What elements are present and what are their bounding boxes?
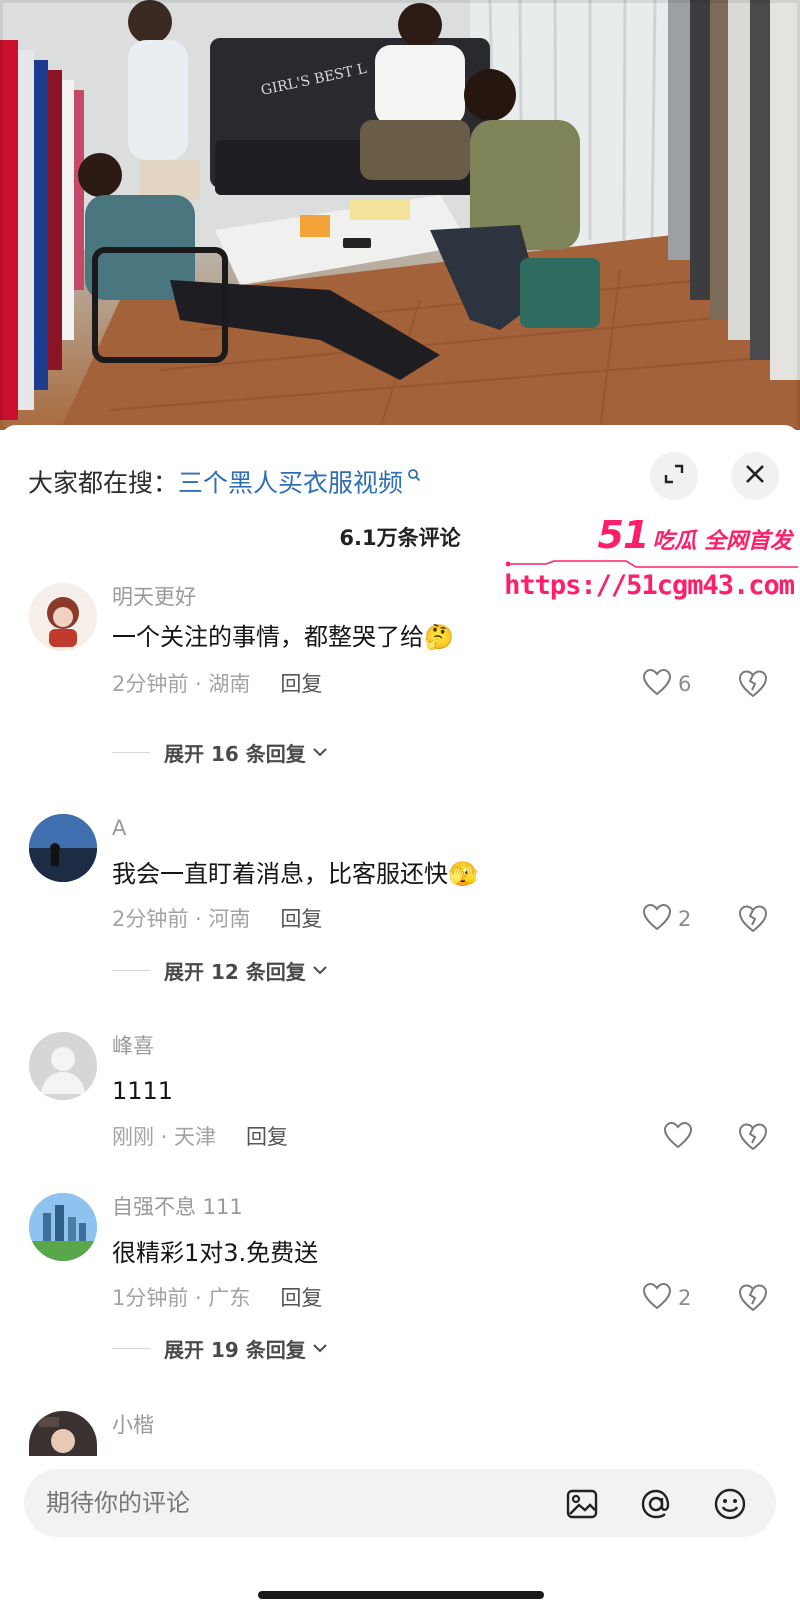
avatar[interactable] [29, 583, 97, 651]
comment-meta: 1分钟前 · 广东 回复 [112, 1284, 322, 1312]
heart-icon [642, 903, 672, 935]
like-count: 2 [678, 907, 692, 931]
chevron-down-icon [312, 1339, 328, 1358]
dislike-button[interactable] [737, 1282, 769, 1314]
like-button[interactable] [663, 1121, 699, 1153]
chevron-down-icon [312, 743, 328, 762]
avatar[interactable] [29, 814, 97, 882]
expand-replies[interactable]: 展开 19 条回复 [112, 1333, 328, 1363]
at-icon[interactable] [638, 1486, 674, 1522]
comment-author[interactable]: 峰喜 [112, 1032, 154, 1060]
comments-screen: GIRL'S BEST L 大家都在搜：三个黑人买衣服视频 6.1万条评论 51… [0, 0, 800, 1611]
comment-meta: 2分钟前 · 河南 回复 [112, 905, 322, 933]
video-player[interactable]: GIRL'S BEST L [0, 0, 800, 430]
watermark: 51 吃瓜 全网首发 https://51cgm43.com [504, 513, 798, 605]
divider [112, 969, 150, 971]
dislike-heart-icon [737, 1123, 769, 1155]
search-icon [403, 469, 421, 486]
reply-button[interactable]: 回复 [246, 1125, 288, 1149]
comment-time-location: 刚刚 · 天津 [112, 1125, 217, 1149]
comment-meta: 2分钟前 · 湖南 回复 [112, 670, 322, 698]
home-indicator[interactable] [258, 1591, 544, 1599]
avatar-image [29, 814, 97, 882]
comment-text: 一个关注的事情，都整哭了给🤔 [112, 623, 454, 651]
default-avatar-icon [29, 1032, 97, 1100]
comment-author[interactable]: 自强不息 111 [112, 1193, 243, 1221]
watermark-url: https://51cgm43.com [504, 570, 795, 601]
close-button[interactable] [731, 452, 779, 500]
expand-replies-label: 展开 19 条回复 [164, 1337, 306, 1362]
chevron-down-icon [312, 961, 328, 980]
video-scene: GIRL'S BEST L [0, 0, 800, 430]
avatar-image [29, 1193, 97, 1261]
comment-author[interactable]: 小楷 [112, 1411, 154, 1439]
like-button[interactable]: 6 [642, 668, 691, 700]
expand-replies[interactable]: 展开 12 条回复 [112, 955, 328, 985]
reply-button[interactable]: 回复 [280, 672, 322, 696]
comment-text: 很精彩1对3.免费送 [112, 1239, 319, 1267]
close-icon [744, 463, 766, 489]
comment-text: 我会一直盯着消息，比客服还快🫣 [112, 860, 478, 888]
watermark-circuit-line [506, 560, 798, 568]
trending-search[interactable]: 大家都在搜：三个黑人买衣服视频 [28, 462, 421, 498]
comment-author[interactable]: 明天更好 [112, 583, 196, 611]
trending-search-prefix: 大家都在搜： [28, 468, 179, 498]
avatar-image [29, 583, 97, 651]
avatar[interactable] [29, 1193, 97, 1261]
dislike-heart-icon [737, 670, 769, 702]
divider [112, 1347, 150, 1349]
expand-replies[interactable]: 展开 16 条回复 [112, 737, 328, 767]
expand-replies-label: 展开 16 条回复 [164, 741, 306, 766]
comment-meta: 刚刚 · 天津 回复 [112, 1123, 288, 1151]
emoji-icon[interactable] [712, 1486, 748, 1522]
dislike-heart-icon [737, 1284, 769, 1316]
trending-search-term[interactable]: 三个黑人买衣服视频 [178, 468, 403, 497]
dislike-button[interactable] [737, 668, 769, 700]
reply-button[interactable]: 回复 [280, 1286, 322, 1310]
dislike-button[interactable] [737, 903, 769, 935]
heart-icon [642, 668, 672, 700]
divider [112, 751, 150, 753]
reply-button[interactable]: 回复 [280, 907, 322, 931]
image-icon[interactable] [564, 1486, 600, 1522]
comment-input-placeholder[interactable]: 期待你的评论 [46, 1469, 190, 1537]
like-button[interactable]: 2 [642, 1282, 691, 1314]
like-button[interactable]: 2 [642, 903, 691, 935]
comment-time-location: 2分钟前 · 湖南 [112, 672, 251, 696]
watermark-text: 吃瓜 全网首发 [652, 529, 792, 554]
dislike-button[interactable] [737, 1121, 769, 1153]
watermark-number: 51 [597, 513, 649, 557]
comment-text: 1111 [112, 1077, 174, 1105]
comment-time-location: 1分钟前 · 广东 [112, 1286, 251, 1310]
comment-author[interactable]: A [112, 814, 126, 842]
heart-icon [663, 1121, 693, 1153]
heart-icon [642, 1282, 672, 1314]
expand-icon [663, 463, 685, 489]
comment-input-bar[interactable]: 期待你的评论 [24, 1469, 776, 1537]
avatar[interactable] [29, 1032, 97, 1100]
dislike-heart-icon [737, 905, 769, 937]
like-count: 6 [678, 672, 692, 696]
expand-replies-label: 展开 12 条回复 [164, 959, 306, 984]
like-count: 2 [678, 1286, 692, 1310]
expand-button[interactable] [650, 452, 698, 500]
comment-time-location: 2分钟前 · 河南 [112, 907, 251, 931]
